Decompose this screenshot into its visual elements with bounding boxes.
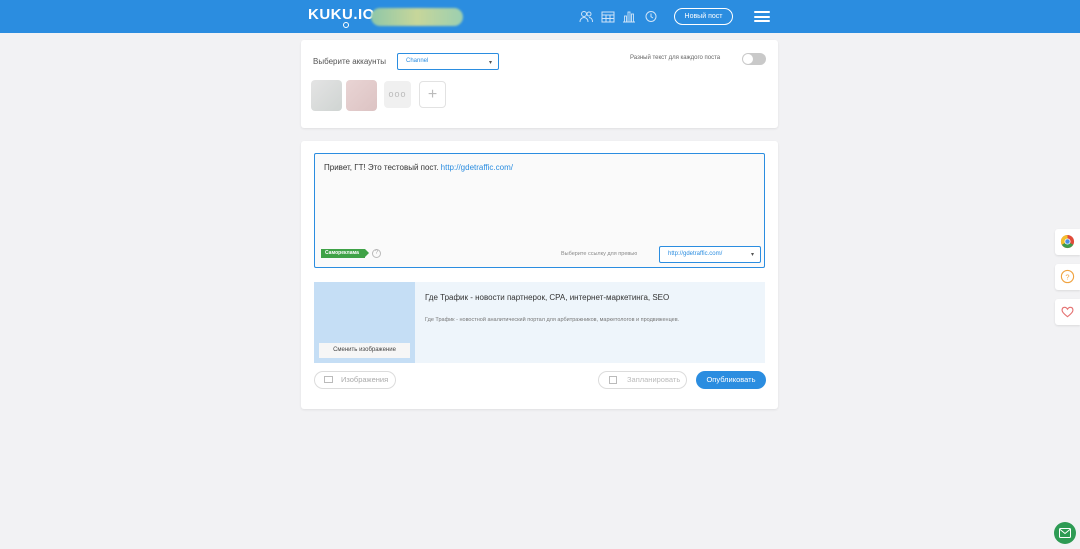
clock-icon[interactable] xyxy=(644,10,658,23)
menu-icon[interactable] xyxy=(754,11,770,22)
preview-description: Где Трафик - новостной аналитический пор… xyxy=(425,317,680,323)
preview-title: Где Трафик - новости партнерок, CPA, инт… xyxy=(425,293,670,302)
chat-icon xyxy=(1059,528,1071,538)
accounts-label: Выберите аккаунты xyxy=(313,57,387,66)
images-button-label: Изображения xyxy=(341,375,389,384)
logo-text: KUKU.IO xyxy=(308,6,375,23)
chrome-extension-button[interactable] xyxy=(1055,229,1080,255)
new-post-button[interactable]: Новый пост xyxy=(674,8,733,25)
calendar-icon xyxy=(609,376,617,384)
users-icon[interactable] xyxy=(579,10,593,23)
post-text-body: Привет, ГТ! Это тестовый пост. xyxy=(324,163,439,172)
accounts-select[interactable]: Channel ▾ xyxy=(397,53,499,70)
logo[interactable]: KUKU.IO xyxy=(308,6,375,28)
accounts-card: Выберите аккаунты Channel ▾ Разный текст… xyxy=(301,40,778,128)
heart-icon xyxy=(1061,306,1074,318)
chevron-down-icon: ▾ xyxy=(488,60,492,66)
preview-link-value: http://gdetraffic.com/ xyxy=(668,251,723,257)
diff-text-toggle[interactable] xyxy=(742,53,766,65)
chrome-icon xyxy=(1060,234,1075,249)
logo-mark xyxy=(343,22,349,28)
publish-button[interactable]: Опубликовать xyxy=(696,371,766,389)
schedule-button-label: Запланировать xyxy=(627,375,681,384)
post-text[interactable]: Привет, ГТ! Это тестовый пост. http://gd… xyxy=(324,163,513,172)
add-account-button[interactable]: + xyxy=(419,81,446,108)
top-navbar: KUKU.IO Новый пост xyxy=(0,0,1080,33)
preview-link-select[interactable]: http://gdetraffic.com/ ▾ xyxy=(659,246,761,263)
preview-link-label: Выберите ссылку для превью xyxy=(561,251,638,257)
favorite-button[interactable] xyxy=(1055,299,1080,325)
chevron-down-icon: ▾ xyxy=(750,252,754,258)
more-accounts-button[interactable]: ooo xyxy=(384,81,411,108)
calendar-icon[interactable] xyxy=(601,10,615,23)
post-text-link[interactable]: http://gdetraffic.com/ xyxy=(441,163,513,172)
account-avatar[interactable] xyxy=(311,80,342,111)
svg-text:?: ? xyxy=(1065,272,1069,281)
stats-icon[interactable] xyxy=(622,10,636,23)
self-ad-badge[interactable]: Самореклама xyxy=(321,249,369,258)
account-avatar[interactable] xyxy=(346,80,377,111)
preview-image: Сменить изображение xyxy=(314,282,415,363)
link-preview: Сменить изображение Где Трафик - новости… xyxy=(314,282,765,363)
help-icon[interactable]: ? xyxy=(372,249,381,258)
diff-text-label: Разный текст для каждого поста xyxy=(630,55,721,61)
change-image-button[interactable]: Сменить изображение xyxy=(319,343,410,358)
post-text-editor[interactable]: Привет, ГТ! Это тестовый пост. http://gd… xyxy=(314,153,765,268)
help-button[interactable]: ? xyxy=(1055,264,1080,290)
accounts-select-value: Channel xyxy=(406,58,429,64)
image-icon xyxy=(324,376,333,383)
images-button[interactable]: Изображения xyxy=(314,371,396,389)
chat-button[interactable] xyxy=(1054,522,1076,544)
post-card: Привет, ГТ! Это тестовый пост. http://gd… xyxy=(301,141,778,409)
profile-pill[interactable] xyxy=(371,8,463,26)
schedule-button[interactable]: Запланировать xyxy=(598,371,687,389)
help-icon: ? xyxy=(1060,269,1075,284)
